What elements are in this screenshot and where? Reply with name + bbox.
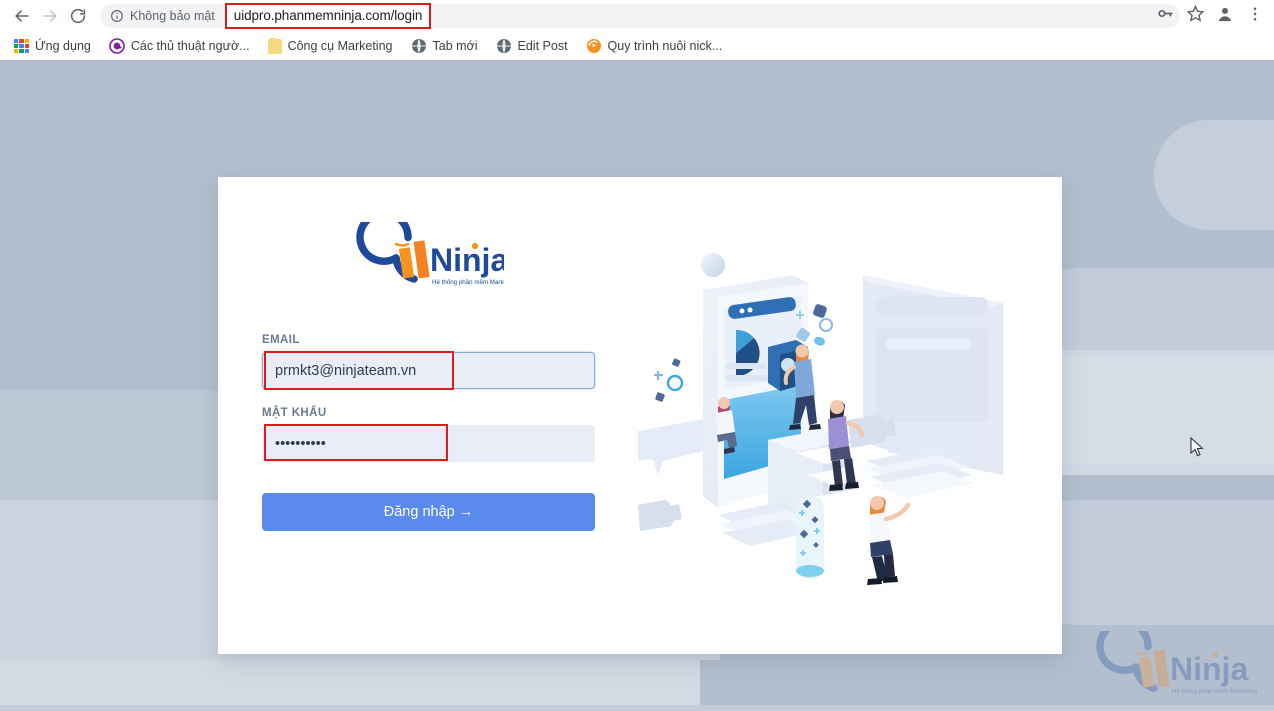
bookmark-star-button[interactable]	[1180, 1, 1210, 31]
bookmarks-bar: Ứng dụng Các thủ thuật ngườ... Công cụ M…	[0, 32, 1274, 60]
globe-icon	[496, 38, 512, 54]
isometric-marketing-illustration	[638, 253, 1003, 585]
email-input[interactable]	[262, 352, 595, 389]
bookmark-edit-post[interactable]: Edit Post	[492, 34, 576, 58]
ninja-watermark-svg: Ninja Hệ thống phần mềm Marketing	[1096, 618, 1258, 695]
password-label: MẬT KHẨU	[262, 407, 327, 419]
illustration-monitor	[863, 275, 1003, 475]
bg-pill-shape	[1154, 120, 1274, 230]
globe-icon	[411, 38, 427, 54]
bookmark-tricks[interactable]: Các thủ thuật ngườ...	[105, 34, 258, 58]
url-text: uidpro.phanmemninja.com/login	[233, 8, 423, 23]
illustration-panel	[618, 177, 1062, 654]
bookmark-nick-process[interactable]: Quy trình nuôi nick...	[582, 34, 731, 58]
ninja-logo: Ninja Hệ thống phần mềm Marketing	[354, 222, 504, 294]
logo-tagline: Hệ thống phần mềm Marketing	[432, 279, 504, 286]
orange-circle-icon	[586, 38, 602, 54]
login-card: Ninja Hệ thống phần mềm Marketing EMAIL …	[218, 177, 1062, 654]
purple-circle-icon	[109, 38, 125, 54]
browser-toolbar: Không bảo mật uidpro.phanmemninja.com/lo…	[0, 0, 1274, 32]
bookmark-label: Các thủ thuật ngườ...	[130, 39, 250, 53]
bg-band	[0, 660, 700, 705]
omnibox[interactable]: Không bảo mật uidpro.phanmemninja.com/lo…	[100, 3, 1180, 29]
bookmark-apps[interactable]: Ứng dụng	[10, 34, 99, 58]
bookmark-label: Edit Post	[517, 39, 568, 53]
forward-button[interactable]	[36, 2, 64, 30]
login-submit-button[interactable]: Đăng nhập →	[262, 493, 595, 531]
password-field-wrapper	[262, 424, 595, 462]
back-button[interactable]	[8, 2, 36, 30]
email-label: EMAIL	[262, 334, 300, 346]
chrome-menu-icon	[1246, 5, 1264, 28]
ninja-logo-svg: Ninja Hệ thống phần mềm Marketing	[356, 222, 504, 286]
profile-button[interactable]	[1210, 1, 1240, 31]
login-form: EMAIL MẬT KHẨU Đăng nhập →	[262, 334, 595, 531]
illustration-person-running	[867, 496, 911, 585]
bookmark-marketing-tools[interactable]: Công cụ Marketing	[264, 34, 401, 58]
bookmark-new-tab[interactable]: Tab mới	[407, 34, 486, 58]
bookmark-star-icon	[1186, 4, 1205, 28]
url-highlight-box[interactable]: uidpro.phanmemninja.com/login	[224, 3, 432, 29]
reload-button[interactable]	[64, 2, 92, 30]
security-chip[interactable]: Không bảo mật	[110, 9, 215, 23]
bookmark-label: Ứng dụng	[35, 39, 91, 53]
bg-band	[0, 705, 1274, 711]
chrome-menu-button[interactable]	[1240, 1, 1270, 31]
ninja-watermark: Ninja Hệ thống phần mềm Marketing	[1076, 618, 1262, 703]
password-key-button[interactable]	[1150, 1, 1180, 31]
arrow-left-icon	[12, 6, 32, 26]
illustration-sphere	[701, 253, 725, 277]
login-form-panel: Ninja Hệ thống phần mềm Marketing EMAIL …	[218, 177, 618, 654]
mouse-cursor	[1190, 436, 1204, 457]
reload-icon	[69, 7, 87, 25]
security-label: Không bảo mật	[130, 9, 215, 23]
illustration-test-tube	[796, 497, 824, 579]
bookmark-label: Công cụ Marketing	[287, 39, 393, 53]
email-field-wrapper	[262, 351, 595, 390]
svg-text:Hệ thống phần mềm Marketing: Hệ thống phần mềm Marketing	[1172, 688, 1258, 695]
page-background: Ninja Hệ thống phần mềm Marketing EMAIL …	[0, 60, 1274, 711]
svg-text:Ninja: Ninja	[430, 242, 504, 278]
browser-chrome: Không bảo mật uidpro.phanmemninja.com/lo…	[0, 0, 1274, 60]
folder-icon	[267, 37, 282, 54]
apps-grid-icon	[14, 38, 29, 54]
info-circle-icon	[110, 9, 124, 23]
password-key-icon	[1156, 4, 1175, 28]
svg-text:Ninja: Ninja	[1170, 651, 1248, 687]
password-input[interactable]	[262, 425, 595, 462]
toolbar-right-actions	[1150, 0, 1270, 32]
bookmark-label: Quy trình nuôi nick...	[607, 39, 723, 53]
arrow-right-icon	[40, 6, 60, 26]
profile-avatar-icon	[1215, 4, 1235, 29]
bookmark-label: Tab mới	[432, 39, 478, 53]
